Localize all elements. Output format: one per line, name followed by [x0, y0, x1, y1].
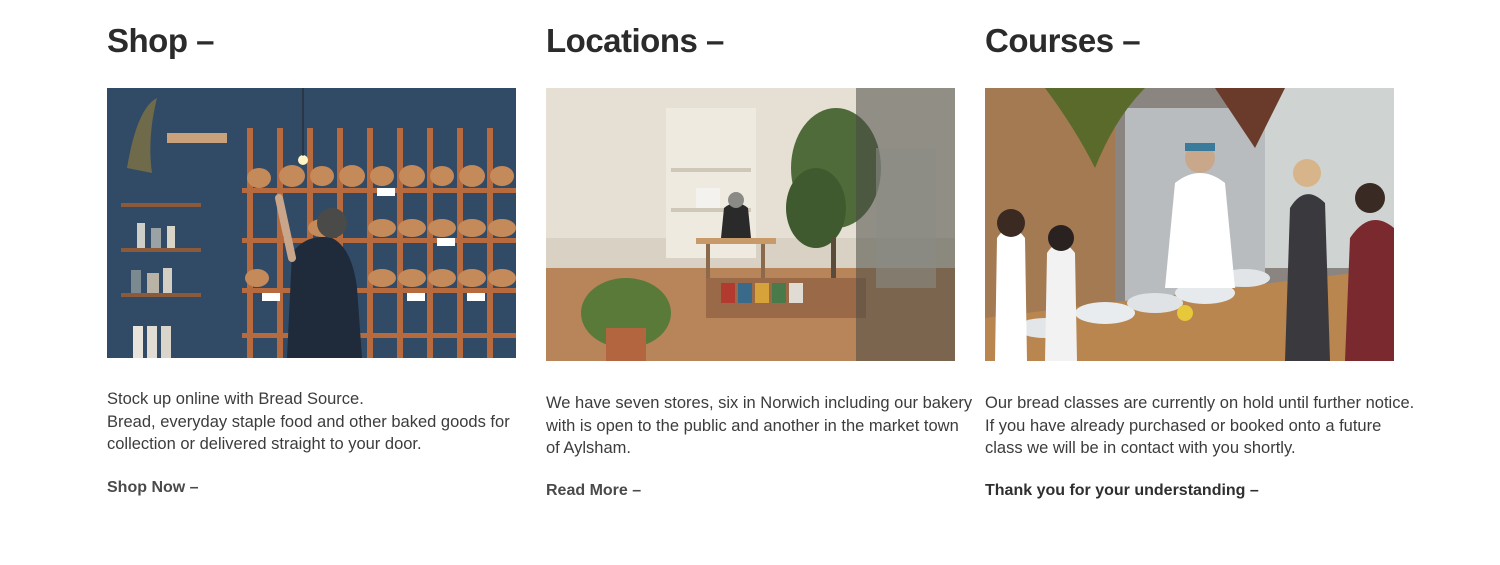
locations-image[interactable] — [546, 88, 955, 361]
shop-description-line: Bread, everyday staple food and other ba… — [107, 412, 510, 431]
locations-description-line: with is open to the public and another i… — [546, 416, 959, 435]
shop-now-link[interactable]: Shop Now – — [107, 479, 199, 497]
locations-photo-illustration — [546, 88, 955, 361]
shop-image[interactable] — [107, 88, 516, 358]
courses-heading[interactable]: Courses – — [985, 22, 1141, 60]
understanding-link[interactable]: Thank you for your understanding – — [985, 482, 1259, 500]
shop-description-line: collection or delivered straight to your… — [107, 435, 422, 453]
shop-description: Stock up online with Bread Source. Bread… — [107, 388, 510, 456]
locations-description: We have seven stores, six in Norwich inc… — [546, 392, 973, 460]
courses-description: Our bread classes are currently on hold … — [985, 392, 1415, 460]
courses-description-line: If you have already purchased or booked … — [985, 416, 1382, 435]
page: Shop – Stock up online with Bread Source… — [0, 0, 1500, 565]
courses-description-line: Our bread classes are currently on hold … — [985, 394, 1415, 412]
shop-photo-illustration — [107, 88, 516, 358]
courses-description-line: class we will be in contact with you sho… — [985, 439, 1296, 457]
locations-description-line: of Aylsham. — [546, 439, 631, 457]
locations-heading[interactable]: Locations – — [546, 22, 724, 60]
read-more-link[interactable]: Read More – — [546, 482, 641, 500]
shop-heading[interactable]: Shop – — [107, 22, 215, 60]
locations-description-line: We have seven stores, six in Norwich inc… — [546, 394, 973, 412]
shop-description-line: Stock up online with Bread Source. — [107, 390, 364, 408]
courses-photo-illustration — [985, 88, 1394, 361]
courses-image[interactable] — [985, 88, 1394, 361]
